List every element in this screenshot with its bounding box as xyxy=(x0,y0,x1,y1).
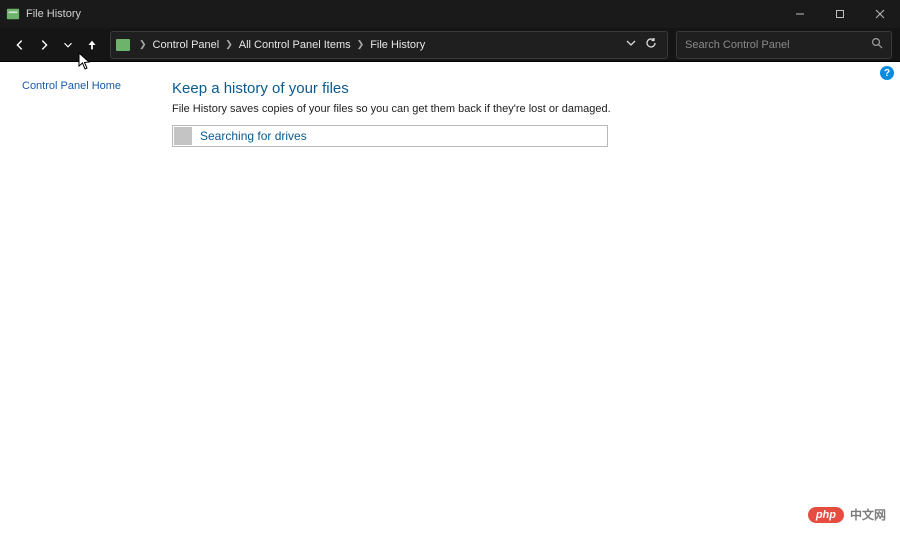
address-box[interactable]: ❯ Control Panel ❯ All Control Panel Item… xyxy=(110,31,668,59)
search-box[interactable] xyxy=(676,31,892,59)
title-bar: File History xyxy=(0,0,900,28)
breadcrumb-item[interactable]: File History xyxy=(368,39,427,51)
refresh-button[interactable] xyxy=(645,37,657,52)
spinner-icon xyxy=(174,127,192,145)
control-panel-home-link[interactable]: Control Panel Home xyxy=(22,80,121,92)
breadcrumb-item[interactable]: Control Panel xyxy=(151,39,222,51)
location-icon xyxy=(115,37,131,53)
page-title: Keep a history of your files xyxy=(172,80,900,97)
sidebar: Control Panel Home xyxy=(0,62,172,539)
content-area: Control Panel Home Keep a history of you… xyxy=(0,62,900,539)
close-button[interactable] xyxy=(860,0,900,28)
back-button[interactable] xyxy=(8,33,32,57)
search-icon xyxy=(871,36,883,54)
search-input[interactable] xyxy=(685,39,871,51)
recent-dropdown[interactable] xyxy=(56,33,80,57)
chevron-right-icon: ❯ xyxy=(221,39,237,50)
maximize-button[interactable] xyxy=(820,0,860,28)
breadcrumb-item[interactable]: All Control Panel Items xyxy=(237,39,353,51)
watermark-text: 中文网 xyxy=(850,506,886,523)
watermark-pill: php xyxy=(808,507,844,523)
main-panel: Keep a history of your files File Histor… xyxy=(172,62,900,539)
status-row: Searching for drives xyxy=(172,125,608,147)
window-title: File History xyxy=(26,8,81,20)
app-icon xyxy=(6,7,20,21)
window-controls xyxy=(780,0,900,28)
chevron-right-icon: ❯ xyxy=(353,39,369,50)
up-button[interactable] xyxy=(80,33,104,57)
watermark: php 中文网 xyxy=(808,506,886,523)
address-dropdown[interactable] xyxy=(625,37,637,52)
address-bar: ❯ Control Panel ❯ All Control Panel Item… xyxy=(0,28,900,62)
page-description: File History saves copies of your files … xyxy=(172,103,900,115)
status-text: Searching for drives xyxy=(192,129,307,143)
minimize-button[interactable] xyxy=(780,0,820,28)
chevron-right-icon: ❯ xyxy=(135,39,151,50)
forward-button[interactable] xyxy=(32,33,56,57)
help-icon[interactable]: ? xyxy=(880,66,894,80)
